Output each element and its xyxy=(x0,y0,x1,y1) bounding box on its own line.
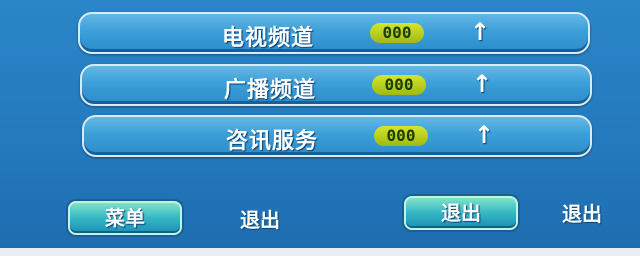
channel-count-badge: 000 xyxy=(370,23,424,43)
channel-label: 咨讯服务 xyxy=(225,129,318,154)
exit-hint-text: 退出 xyxy=(562,202,602,226)
menu-hint-text: 退出 xyxy=(240,208,280,232)
up-arrow-icon: ↑ xyxy=(470,18,491,46)
up-arrow-icon: ↑ xyxy=(472,70,493,98)
channel-row-info-service[interactable]: 咨讯服务 000 ↑ xyxy=(82,115,592,157)
channel-label: 电视频道 xyxy=(221,26,314,51)
channel-row-tv[interactable]: 电视频道 000 ↑ xyxy=(78,12,590,54)
channel-count-badge: 000 xyxy=(372,75,426,95)
channel-count-badge: 000 xyxy=(374,126,428,146)
up-arrow-icon: ↑ xyxy=(474,121,495,149)
channel-label: 广播频道 xyxy=(223,78,316,103)
channel-row-radio[interactable]: 广播频道 000 ↑ xyxy=(80,64,592,106)
menu-button[interactable]: 菜单 xyxy=(68,201,182,235)
tv-menu-screen: 电视频道 000 ↑ 广播频道 000 ↑ 咨讯服务 000 ↑ 菜单 退出 退… xyxy=(0,0,640,256)
exit-button[interactable]: 退出 xyxy=(404,196,518,230)
